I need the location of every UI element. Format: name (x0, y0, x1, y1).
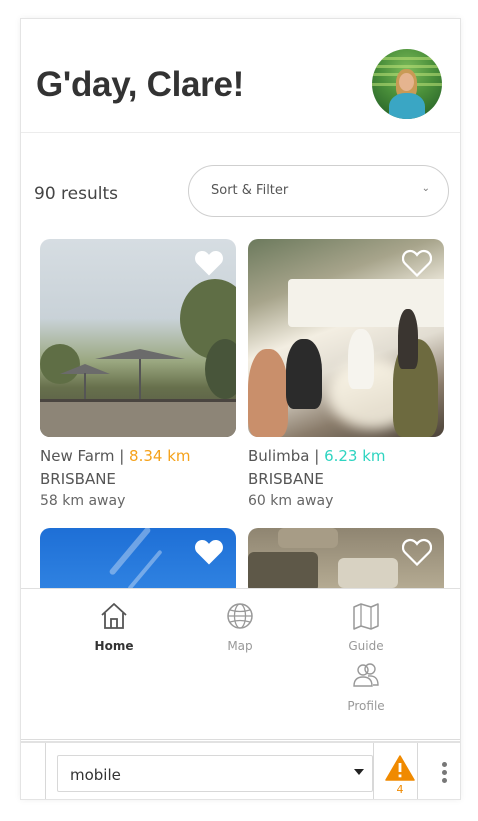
heart-outline-icon[interactable] (402, 249, 432, 277)
sort-filter-label: Sort & Filter (211, 183, 289, 198)
chevron-down-icon: ⌄ (421, 183, 430, 194)
nav-item-map[interactable]: Map (195, 601, 285, 653)
header: G'day, Clare! (21, 19, 460, 133)
listing-card[interactable] (40, 528, 236, 588)
listing-away: 58 km away (40, 493, 126, 509)
listing-city: BRISBANE (40, 470, 116, 488)
globe-icon (227, 603, 253, 629)
device-select[interactable]: mobile (57, 755, 373, 792)
bottom-nav: Home Map Guide Profile (21, 588, 460, 740)
listing-photo[interactable] (40, 239, 236, 437)
caret-down-icon (354, 769, 364, 775)
avatar[interactable] (372, 49, 442, 119)
device-toolbar: mobile 4 (21, 741, 460, 799)
heart-icon[interactable] (194, 249, 224, 277)
listing-separator: | (309, 447, 325, 465)
listing-suburb: Bulimba (248, 447, 310, 465)
warning-icon (385, 755, 415, 781)
nav-label-home: Home (94, 639, 134, 653)
listing-separator: | (114, 447, 130, 465)
listing-card[interactable] (248, 528, 444, 588)
listing-photo[interactable] (248, 528, 444, 588)
nav-item-guide[interactable]: Guide (321, 601, 411, 653)
users-icon (353, 663, 379, 687)
nav-item-home[interactable]: Home (69, 601, 159, 653)
map-guide-icon (353, 603, 379, 630)
nav-item-profile[interactable]: Profile (321, 661, 411, 713)
warnings-button[interactable]: 4 (384, 755, 416, 796)
listing-photo[interactable] (40, 528, 236, 588)
app-frame: G'day, Clare! 90 results Sort & Filter ⌄ (20, 18, 461, 800)
page-title: G'day, Clare! (36, 65, 245, 104)
sort-filter-button[interactable]: Sort & Filter ⌄ (188, 165, 449, 217)
listing-title: New Farm | 8.34 km (40, 447, 191, 465)
listing-city: BRISBANE (248, 470, 324, 488)
heart-outline-icon[interactable] (402, 538, 432, 566)
results-count: 90 results (34, 184, 118, 204)
nav-label-profile: Profile (347, 699, 385, 713)
listing-photo[interactable] (248, 239, 444, 437)
listing-away: 60 km away (248, 493, 334, 509)
nav-label-map: Map (227, 639, 253, 653)
listing-suburb: New Farm (40, 447, 115, 465)
listing-distance: 6.23 km (324, 447, 386, 465)
warning-count: 4 (396, 783, 404, 796)
listing-title: Bulimba | 6.23 km (248, 447, 386, 465)
more-options-icon[interactable] (439, 762, 449, 786)
device-select-value: mobile (70, 766, 121, 784)
heart-icon[interactable] (194, 538, 224, 566)
home-icon (101, 603, 127, 629)
nav-label-guide: Guide (348, 639, 384, 653)
listing-distance: 8.34 km (129, 447, 191, 465)
